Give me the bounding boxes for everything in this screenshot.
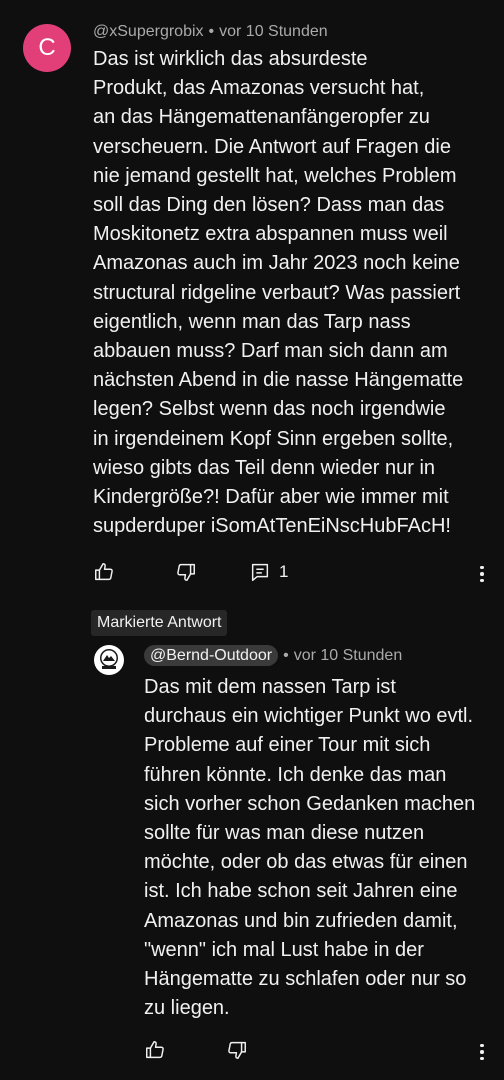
comment-actions: 1 [93, 561, 288, 583]
reply-count[interactable]: 1 [279, 562, 288, 582]
thumbs-down-icon[interactable] [226, 1039, 248, 1061]
thumbs-up-icon[interactable] [93, 561, 115, 583]
comment-header: @xSupergrobix • vor 10 Stunden [93, 23, 328, 41]
avatar-letter: C [38, 34, 56, 61]
more-vertical-icon[interactable] [476, 1041, 488, 1063]
separator-dot: • [283, 647, 289, 664]
outdoor-logo-avatar[interactable] [94, 645, 124, 675]
thumbs-down-icon[interactable] [175, 561, 197, 583]
comment-icon[interactable] [249, 561, 271, 583]
reply-header: @Bernd-Outdoor • vor 10 Stunden [144, 645, 403, 666]
dot [480, 1056, 484, 1061]
dot [480, 572, 484, 576]
dot [480, 1050, 484, 1054]
reply-actions [144, 1039, 248, 1061]
thumbs-up-icon[interactable] [144, 1039, 166, 1061]
timestamp[interactable]: vor 10 Stunden [219, 23, 328, 40]
highlighted-reply-tag: Markierte Antwort [91, 610, 228, 636]
dot [480, 578, 484, 583]
reply-text: Das mit dem nassen Tarp ist durchaus ein… [144, 676, 476, 1020]
comment-text: Das ist wirklich das absurdeste Produkt,… [93, 48, 464, 538]
separator-dot: • [208, 23, 215, 40]
timestamp[interactable]: vor 10 Stunden [294, 647, 403, 664]
avatar[interactable]: C [23, 24, 71, 72]
author-name[interactable]: @xSupergrobix [93, 23, 204, 40]
author-chip[interactable]: @Bernd-Outdoor [144, 645, 279, 666]
dot [480, 1043, 484, 1048]
dot [480, 565, 484, 570]
more-vertical-icon[interactable] [476, 563, 488, 585]
